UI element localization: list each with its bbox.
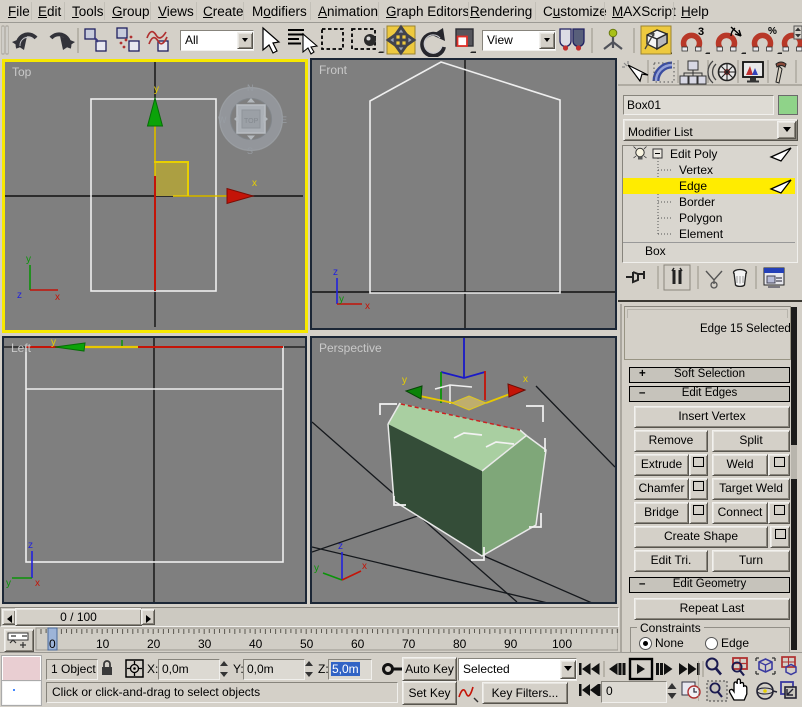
- svg-text:S: S: [247, 146, 253, 156]
- svg-text:y: y: [339, 294, 344, 305]
- svg-text:x: x: [523, 374, 528, 385]
- svg-text:z: z: [17, 290, 22, 301]
- svg-text:x: x: [35, 578, 40, 589]
- svg-text:x: x: [55, 292, 60, 303]
- svg-text:x: x: [362, 561, 367, 572]
- svg-text:N: N: [247, 83, 254, 93]
- svg-text:y: y: [314, 563, 319, 574]
- svg-text:E: E: [281, 115, 287, 125]
- svg-text:z: z: [333, 267, 338, 278]
- svg-text:y: y: [154, 84, 159, 95]
- svg-text:x: x: [252, 178, 257, 189]
- svg-text:y: y: [51, 337, 56, 348]
- svg-text:W: W: [218, 115, 227, 125]
- svg-text:y: y: [26, 254, 31, 265]
- svg-text:%: %: [768, 26, 777, 37]
- svg-text:y: y: [6, 578, 11, 589]
- svg-text:3: 3: [698, 26, 704, 38]
- svg-text:x: x: [365, 301, 370, 312]
- svg-text:z: z: [28, 540, 33, 551]
- svg-text:y: y: [402, 375, 407, 386]
- svg-text:TOP: TOP: [244, 118, 259, 125]
- svg-text:z: z: [338, 541, 343, 552]
